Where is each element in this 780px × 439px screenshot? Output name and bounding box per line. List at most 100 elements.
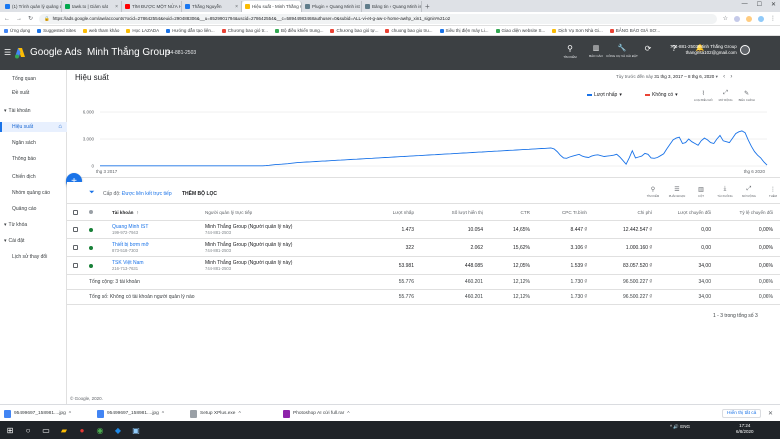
column-header[interactable]: Lượt chuyển đổi xyxy=(656,204,711,220)
browser-tab[interactable]: TÌM ĐƯỢC MỘT NỬA HOA RẤ LI...× xyxy=(122,1,182,12)
bookmark-item[interactable]: BẢNG BÁO GIÁ SƠ... xyxy=(609,28,660,33)
maximize-button[interactable]: ☐ xyxy=(757,1,762,8)
add-filter-button[interactable]: THÊM BỘ LỌC xyxy=(182,191,217,197)
date-range-picker[interactable]: Tùy trước đến này 31 thg 3, 2017 – 8 thg… xyxy=(616,74,732,80)
chevron-right-icon[interactable]: › xyxy=(730,74,732,80)
app-icon[interactable]: ● xyxy=(76,424,88,436)
row-checkbox[interactable] xyxy=(73,221,81,238)
browser-tab[interactable]: Hiệu suất - Minh Thắng Group -× xyxy=(242,1,302,12)
table-tool-columns-button[interactable]: ▥ CỘT xyxy=(693,186,709,198)
sidebar-item[interactable]: Chiến dịch xyxy=(0,172,67,182)
bookmark-item[interactable]: Chương bao gió tự... xyxy=(330,28,378,33)
column-header[interactable]: Người quản lý trực tiếp xyxy=(205,204,355,220)
reload-icon[interactable]: ↻ xyxy=(28,15,33,22)
browser-tab[interactable]: Bảng tin ‹ Quang Minh ist co.,ltd...× xyxy=(362,1,422,12)
chevron-up-icon[interactable]: ^ xyxy=(162,411,164,417)
browser-tab[interactable]: Thắng Nguyễn × xyxy=(182,1,242,12)
sidebar-item[interactable]: ▾ Từ khóa xyxy=(0,220,67,230)
sidebar-item[interactable]: ▾ Cài đặt xyxy=(0,236,67,246)
task-view-icon[interactable]: ▭ xyxy=(40,424,52,436)
clock[interactable]: 17:24 6/8/2020 xyxy=(736,423,754,435)
column-header[interactable]: Tài khoản ↑ xyxy=(112,204,202,220)
table-tool-search-button[interactable]: ⚲ TÌM KIẾM xyxy=(645,186,661,198)
sidebar-item[interactable]: Lịch sử thay đổi xyxy=(0,252,67,262)
column-header[interactable]: Chi phí xyxy=(591,204,652,220)
table-tool-expand-button[interactable]: ⤢ MỞ RỘNG xyxy=(741,186,757,198)
column-header[interactable]: Tỷ lệ chuyển đổi xyxy=(715,204,773,220)
back-icon[interactable]: ← xyxy=(4,16,10,22)
close-window-button[interactable]: ✕ xyxy=(771,1,776,8)
account-name-cell[interactable]: Thiết bị bơm mỡ 873-518-7303 xyxy=(112,239,202,256)
star-icon[interactable]: ☆ xyxy=(723,15,728,22)
bookmark-item[interactable]: Học LAZADA xyxy=(126,28,159,33)
bookmark-item[interactable]: Ứng dụng xyxy=(4,28,30,33)
app-icon[interactable]: ◆ xyxy=(112,424,124,436)
chevron-left-icon[interactable]: ‹ xyxy=(723,74,725,80)
close-downloads-icon[interactable]: ✕ xyxy=(768,410,773,417)
level-filter-chip[interactable]: Cấp độ: Được liên kết trực tiếp xyxy=(103,191,172,197)
sidebar-item[interactable]: Đề xuất xyxy=(0,88,67,98)
download-item[interactable]: 95499697_158981....jpg ^ xyxy=(4,408,71,419)
sidebar-item[interactable]: Nhóm quảng cáo xyxy=(0,188,67,198)
bookmark-item[interactable]: Hướng dẫn tạo liên... xyxy=(166,28,215,33)
column-header[interactable]: Số lượt hiển thị xyxy=(417,204,483,220)
tab-close-icon[interactable]: × xyxy=(115,4,118,10)
bookmark-item[interactable]: Dịch Vụ Sơn Nhà Gi... xyxy=(552,28,603,33)
forward-icon[interactable]: → xyxy=(16,16,22,22)
bookmark-item[interactable]: Bộ điều khiển trung... xyxy=(274,28,323,33)
file-explorer-icon[interactable]: ▰ xyxy=(58,424,70,436)
sidebar-item[interactable]: Tổng quan xyxy=(0,74,67,84)
download-item[interactable]: Setup XPlus.exe ^ xyxy=(190,408,241,419)
row-checkbox[interactable] xyxy=(73,239,81,256)
header-search-button[interactable]: ⚲ TÌM KIẾM xyxy=(562,44,578,59)
sidebar-item[interactable]: Hiệu suất ⌂ xyxy=(0,122,67,132)
chevron-up-icon[interactable]: ^ xyxy=(69,411,71,417)
chrome-icon[interactable]: ◉ xyxy=(94,424,106,436)
select-all-checkbox[interactable] xyxy=(73,204,81,220)
filter-icon[interactable]: ⏷ xyxy=(89,189,95,197)
sidebar-item[interactable]: Quảng cáo xyxy=(0,204,67,214)
bookmark-item[interactable]: chuong bao gio tru... xyxy=(385,28,433,33)
bookmark-item[interactable]: web tham khảo xyxy=(82,28,119,33)
table-tool-more-button[interactable]: ⋮ THÊM xyxy=(765,186,780,198)
sidebar-item[interactable]: ▾ Tài khoản xyxy=(0,106,67,116)
bookmark-item[interactable]: Chương bao gió tr... xyxy=(221,28,268,33)
url-input[interactable]: 🔒 https://ads.google.com/aw/accounts?oci… xyxy=(39,13,717,24)
header-tools-button[interactable]: 🔧 CÔNG CỤ VÀ CÀI ĐẶT xyxy=(606,44,638,59)
browser-tab[interactable]: tawk.to | Giám sát × xyxy=(62,1,122,12)
extension-icon[interactable] xyxy=(746,15,752,22)
account-name-cell[interactable]: Quang Minh IST 199-972-7943 xyxy=(112,221,202,238)
header-report-button[interactable]: ▥ BÁO CÁO xyxy=(588,44,604,59)
bookmark-item[interactable]: Giao diện website S... xyxy=(495,28,545,33)
menu-icon[interactable]: ⋮ xyxy=(770,15,776,22)
show-all-downloads-button[interactable]: Hiển thị tất cả xyxy=(722,409,762,418)
column-header[interactable]: CPC Tr.bình xyxy=(533,204,587,220)
sidebar-item[interactable]: Ngân sách xyxy=(0,138,67,148)
windows-start-icon[interactable]: ⊞ xyxy=(4,424,16,436)
extension-icon[interactable] xyxy=(734,15,740,22)
browser-tab[interactable]: (1) Trình quản lý quảng cáo - Qu...× xyxy=(2,1,62,12)
download-item[interactable]: Photoshop AI cửi full.rar ^ xyxy=(283,408,350,419)
bookmark-item[interactable]: Siêu thị điện máy Li... xyxy=(439,28,489,33)
table-tool-segment-button[interactable]: ☰ PHÂN ĐOẠN xyxy=(669,186,686,198)
system-tray[interactable]: ^ 🔊 ENG xyxy=(670,424,690,430)
column-header[interactable]: CTR xyxy=(487,204,530,220)
row-checkbox[interactable] xyxy=(73,257,81,274)
chevron-up-icon[interactable]: ^ xyxy=(347,411,349,417)
hamburger-menu-icon[interactable]: ☰ xyxy=(4,48,11,57)
browser-tab[interactable]: Plugin « Quang Minh ist co.,ltd »...× xyxy=(302,1,362,12)
column-header[interactable]: Lượt nhấp xyxy=(357,204,414,220)
table-tool-download-button[interactable]: ⤓ TẢI XUỐNG xyxy=(717,186,733,198)
app-icon[interactable]: ▣ xyxy=(130,424,142,436)
new-tab-button[interactable]: + xyxy=(425,2,430,11)
bookmark-item[interactable]: Suggested Sites xyxy=(37,28,76,33)
profile-avatar[interactable] xyxy=(758,15,764,22)
minimize-button[interactable]: — xyxy=(742,1,748,8)
sidebar-item[interactable]: Thông báo xyxy=(0,154,67,164)
search-icon[interactable]: ○ xyxy=(22,424,34,436)
refresh-button[interactable]: ⟳ xyxy=(640,44,656,59)
chevron-up-icon[interactable]: ^ xyxy=(238,411,240,417)
account-name-cell[interactable]: TSK Việt Nam 216-713-7631 xyxy=(112,257,202,274)
download-item[interactable]: 95499697_158981....jpg ^ xyxy=(97,408,164,419)
avatar[interactable] xyxy=(739,45,750,55)
